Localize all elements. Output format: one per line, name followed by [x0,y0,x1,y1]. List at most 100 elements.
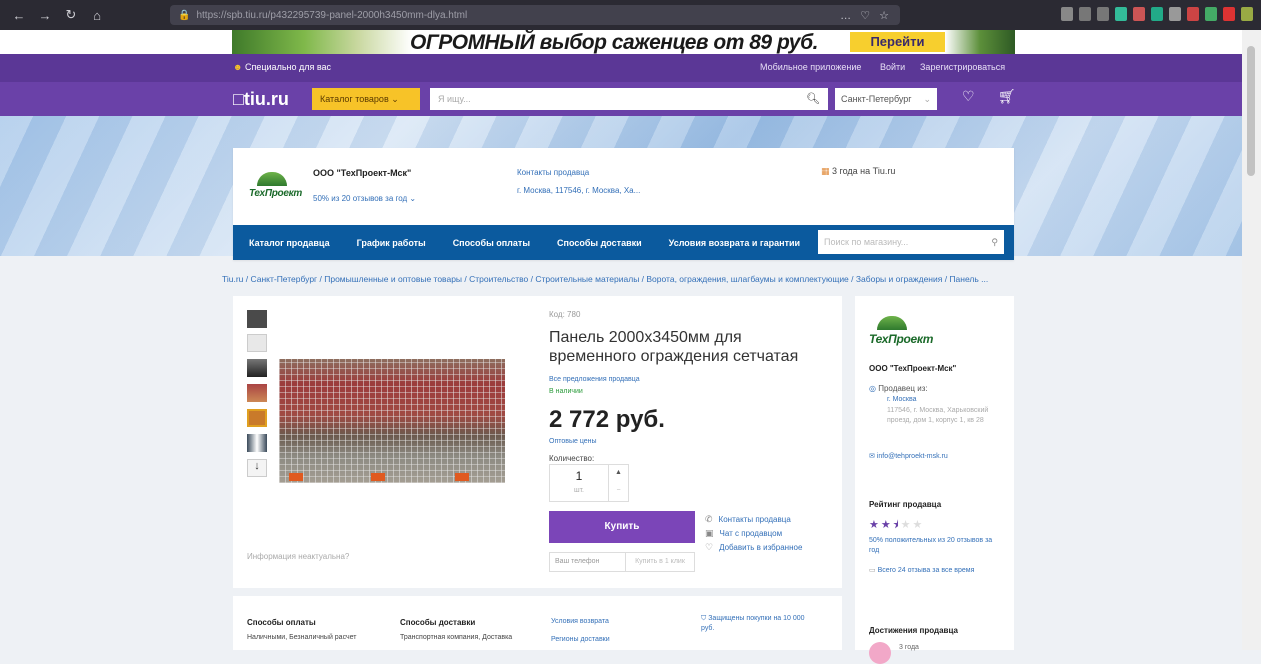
seller-address: 117546, г. Москва, Харьковский проезд, д… [887,407,989,424]
protection-link[interactable]: ⛉ Защищены покупки на 10 000 руб. [701,614,813,634]
contacts-action[interactable]: ✆ Контакты продавца [705,514,791,525]
achievement-badge [869,642,891,664]
mobile-app-link[interactable]: Мобильное приложение [760,62,861,72]
wholesale-prices-link[interactable]: Оптовые цены [549,438,597,445]
protection-label: Защищены покупки на 10 000 руб. [701,615,805,632]
extension-icon[interactable] [1133,7,1145,21]
scrollbar-thumb[interactable] [1247,46,1255,176]
seller-from-label: Продавец из: [878,384,928,393]
seller-logo[interactable]: ТехПроект [249,166,302,206]
chevron-down-icon: ⌄ [923,94,931,104]
side-seller-name[interactable]: ООО "ТехПроект-Мск" [869,364,956,373]
nav-seller-catalog[interactable]: Каталог продавца [249,238,330,248]
location-icon: ◎ [869,384,876,393]
site-logo[interactable]: □tiu.ru [233,89,289,110]
seller-contacts-link[interactable]: Контакты продавца [517,168,589,177]
logo-text: ТехПроект [869,332,934,346]
register-link[interactable]: Зарегистрироваться [920,62,1005,72]
delivery-text: Транспортная компания, Доставка [400,634,513,641]
achievements-title: Достижения продавца [869,626,958,635]
increment-icon[interactable]: ▲ [609,465,628,483]
thumbnail[interactable] [247,384,267,402]
home-icon[interactable]: ⌂ [90,8,104,23]
chat-action[interactable]: ▣ Чат с продавцом [705,528,782,539]
extension-icon[interactable] [1115,7,1127,21]
extension-icon[interactable] [1205,7,1217,21]
comment-icon: ▭ [869,567,876,574]
logo-arc [257,172,287,186]
seller-reviews-label: 50% из 20 отзывов за год [313,194,408,203]
forward-icon[interactable]: → [38,8,52,23]
nav-delivery[interactable]: Способы доставки [557,238,642,248]
extensions-bar [1061,7,1253,21]
extension-icon[interactable] [1151,7,1163,21]
quantity-value[interactable]: 1 [550,469,608,483]
search-icon[interactable]: 🔍︎ [806,88,820,110]
reload-icon[interactable]: ↻ [64,7,78,23]
seller-address[interactable]: г. Москва, 117546, г. Москва, Ха... [517,186,640,195]
download-icon[interactable] [1061,7,1073,21]
city-select[interactable]: Санкт-Петербург ⌄ [835,88,937,110]
extension-icon[interactable] [1241,7,1253,21]
shop-search-input[interactable]: Поиск по магазину... ⚲ [818,230,1004,254]
contacts-action-label: Контакты продавца [718,515,791,524]
product-title: Панель 2000х3450мм для временного огражд… [549,329,799,365]
rating-stars: ★★⯨★★ [869,516,924,535]
half-star-icon: ⯨ [892,519,901,531]
thumbnail-selected[interactable] [247,409,267,427]
seller-nav: Каталог продавца График работы Способы о… [233,225,1014,260]
sidebar-icon[interactable] [1097,7,1109,21]
quantity-stepper[interactable]: 1 шт. ▲ − [549,464,629,502]
thumbnail[interactable] [247,434,267,452]
decrement-icon[interactable]: − [609,483,628,501]
delivery-regions-link[interactable]: Регионы доставки [551,636,610,643]
favorites-icon[interactable]: ♡ [962,88,975,105]
return-policy-link[interactable]: Условия возврата [551,618,609,625]
logo-text: ТехПроект [249,188,302,199]
product-price: 2 772 руб. [549,406,665,433]
product-card: ↓ Информация неактуальна? Код: 780 Панел… [233,296,842,588]
address-bar[interactable]: 🔒 https://spb.tiu.ru/p432295739-panel-20… [170,5,900,25]
library-icon[interactable] [1079,7,1091,21]
cart-icon[interactable]: 🛒︎ [998,88,1016,105]
mail-icon: ✉ [869,453,875,460]
nav-returns[interactable]: Условия возврата и гарантии [669,238,800,248]
page-actions-icon[interactable]: … ♡ ☆ [840,9,892,22]
buy-button[interactable]: Купить [549,511,695,543]
thumbnail-drawing[interactable]: ↓ [247,459,267,477]
seller-logo[interactable]: ТехПроект [869,310,933,350]
favorite-action[interactable]: ♡ Добавить в избранное [705,542,802,553]
seller-sidebar: ТехПроект ООО "ТехПроект-Мск" ◎ Продавец… [855,296,1014,664]
catalog-button[interactable]: Каталог товаров ⌄ [312,88,420,110]
breadcrumb[interactable]: Tiu.ru / Санкт-Петербург / Промышленные … [222,274,1022,284]
banner-button[interactable]: Перейти [850,32,945,52]
product-image[interactable] [279,359,505,483]
back-icon[interactable]: ← [12,8,26,23]
thumbnail[interactable] [247,334,267,352]
smile-icon: ☻ [233,62,243,72]
special-offers-link[interactable]: ☻ Специально для вас [233,62,331,72]
email-link[interactable]: ✉ info@tehproekt-msk.ru [869,452,948,460]
thumbnail[interactable] [247,310,267,328]
incorrect-info-link[interactable]: Информация неактуальна? [247,552,349,561]
phone-input[interactable]: Ваш телефон [549,552,626,572]
all-reviews-link[interactable]: ▭ Всего 24 отзыва за все время [869,566,999,576]
ad-banner[interactable]: ОГРОМНЫЙ выбор саженцев от 89 руб. Перей… [0,30,1242,54]
all-offers-link[interactable]: Все предложения продавца [549,376,640,383]
heart-icon: ♡ [705,542,714,552]
extension-icon[interactable] [1187,7,1199,21]
login-link[interactable]: Войти [880,62,905,72]
scrollbar[interactable] [1242,30,1261,650]
search-input[interactable]: Я ищу... 🔍︎ [430,88,828,110]
one-click-buy-button[interactable]: Купить в 1 клик [626,552,695,572]
extension-icon[interactable] [1169,7,1181,21]
nav-payment[interactable]: Способы оплаты [453,238,530,248]
nav-schedule[interactable]: График работы [357,238,426,248]
search-icon[interactable]: ⚲ [991,230,998,254]
seller-reviews-link[interactable]: 50% из 20 отзывов за год ⌄ [313,194,416,203]
extension-icon[interactable] [1223,7,1235,21]
seller-name[interactable]: ООО "ТехПроект-Мск" [313,168,411,178]
thumbnail[interactable] [247,359,267,377]
seller-city-link[interactable]: г. Москва [887,396,917,403]
rating-text-link[interactable]: 50% положительных из 20 отзывов за год [869,536,999,556]
